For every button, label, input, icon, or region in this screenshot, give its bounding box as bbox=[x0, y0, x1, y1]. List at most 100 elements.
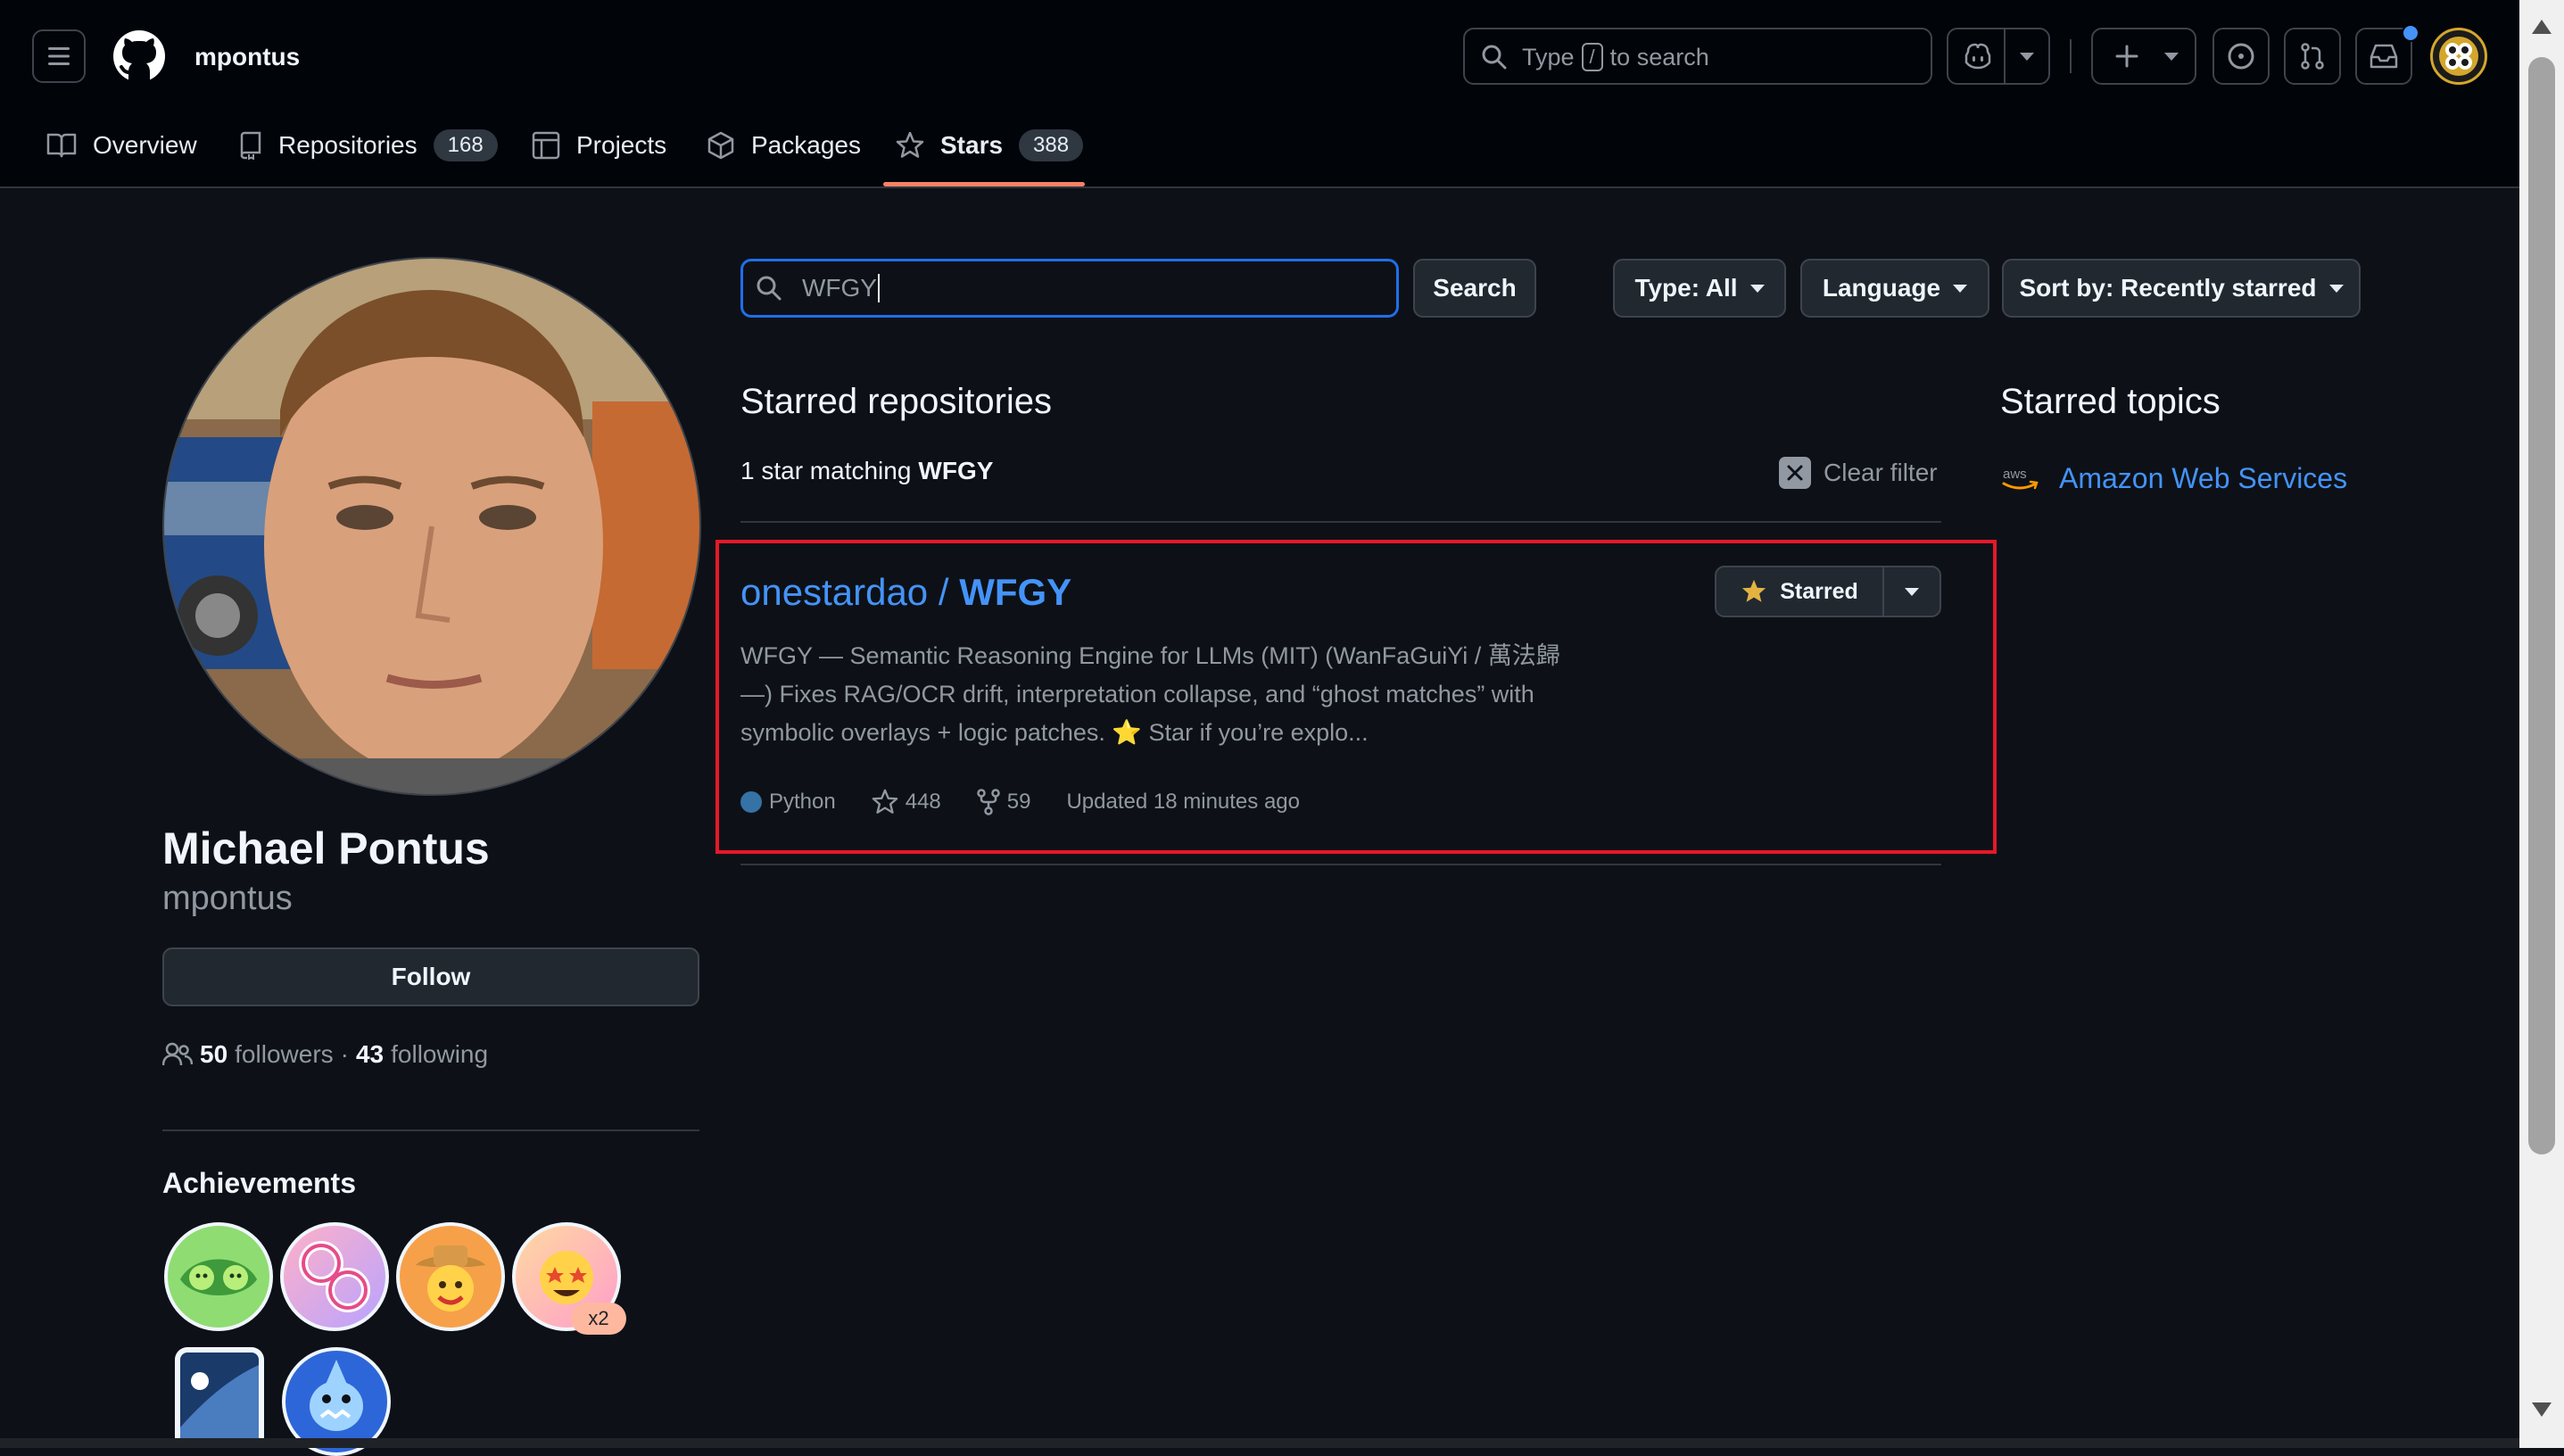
language-color-icon bbox=[740, 791, 762, 813]
header-username[interactable]: mpontus bbox=[194, 43, 300, 71]
menu-button[interactable] bbox=[32, 29, 86, 83]
repo-title-link[interactable]: onestardao / WFGY bbox=[740, 571, 1071, 614]
achievement-pair-extraordinaire[interactable] bbox=[164, 1222, 273, 1331]
clear-filter-label: Clear filter bbox=[1824, 459, 1938, 486]
tab-stars[interactable]: Stars 388 bbox=[896, 125, 1084, 166]
repo-forked-icon bbox=[977, 789, 1000, 815]
followers-link[interactable]: 50 followers bbox=[200, 1040, 334, 1069]
vault-icon bbox=[180, 1353, 259, 1448]
clear-filter-button[interactable]: Clear filter bbox=[1779, 457, 1938, 489]
repo-language: Python bbox=[769, 790, 836, 814]
following-link[interactable]: 43 following bbox=[356, 1040, 488, 1069]
following-count: 43 bbox=[355, 1040, 385, 1068]
text-cursor bbox=[878, 274, 880, 302]
avatar-menu[interactable] bbox=[2430, 28, 2487, 85]
tab-overview[interactable]: Overview bbox=[46, 125, 197, 166]
pull-requests-button[interactable] bbox=[2284, 28, 2341, 85]
search-shortcut-key: / bbox=[1581, 43, 1603, 71]
repo-description: WFGY — Semantic Reasoning Engine for LLM… bbox=[740, 637, 1588, 752]
results-divider-top bbox=[740, 521, 1941, 523]
starred-topics-heading: Starred topics bbox=[2000, 382, 2221, 421]
followers-label: followers bbox=[235, 1040, 334, 1068]
achievement-yolo[interactable] bbox=[280, 1222, 389, 1331]
tab-packages[interactable]: Packages bbox=[707, 125, 861, 166]
cowboy-icon bbox=[416, 1245, 485, 1311]
unstar-button[interactable]: Starred bbox=[1716, 567, 1882, 616]
issue-opened-icon bbox=[2228, 43, 2254, 70]
starred-label: Starred bbox=[1780, 578, 1858, 604]
peas-icon bbox=[180, 1259, 257, 1295]
active-tab-underline bbox=[883, 182, 1085, 186]
followers-separator: · bbox=[340, 1040, 349, 1068]
search-icon bbox=[757, 276, 782, 301]
sort-button[interactable]: Sort by: Recently starred bbox=[2002, 259, 2361, 318]
repo-owner: onestardao bbox=[740, 571, 929, 613]
copilot-icon bbox=[1964, 43, 1991, 70]
vertical-scrollbar[interactable] bbox=[2519, 0, 2564, 1448]
match-term: WFGY bbox=[918, 457, 994, 484]
match-prefix: 1 star matching bbox=[740, 457, 912, 484]
stars-search-input[interactable]: WFGY bbox=[740, 259, 1399, 318]
stars-count-badge: 388 bbox=[1019, 129, 1084, 161]
followers-row: 50 followers · 43 following bbox=[162, 1040, 488, 1069]
search-icon bbox=[1482, 45, 1507, 70]
tab-label: Overview bbox=[93, 131, 197, 159]
global-search-input[interactable]: Type / to search bbox=[1463, 28, 1932, 85]
chevron-down-icon bbox=[1905, 587, 1919, 596]
topic-item[interactable]: aws Amazon Web Services bbox=[2000, 462, 2347, 495]
achievement-multiplier-badge: x2 bbox=[571, 1303, 626, 1335]
topic-label: Amazon Web Services bbox=[2059, 462, 2348, 494]
tab-label: Packages bbox=[751, 131, 861, 159]
type-filter-button[interactable]: Type: All bbox=[1613, 259, 1786, 318]
close-icon bbox=[1779, 457, 1811, 489]
inbox-icon bbox=[2370, 44, 2398, 69]
profile-photo bbox=[164, 259, 699, 794]
issues-button[interactable] bbox=[2212, 28, 2270, 85]
github-logo-icon[interactable] bbox=[112, 29, 166, 83]
star-icon bbox=[896, 131, 924, 158]
plus-icon bbox=[2115, 45, 2138, 68]
chevron-down-icon bbox=[1953, 284, 1968, 293]
package-icon bbox=[707, 131, 734, 160]
repo-updated: Updated 18 minutes ago bbox=[1066, 790, 1300, 814]
achievement-quickdraw[interactable] bbox=[396, 1222, 505, 1331]
following-label: following bbox=[391, 1040, 489, 1068]
repo-icon bbox=[240, 131, 261, 160]
tab-repositories[interactable]: Repositories 168 bbox=[237, 125, 498, 166]
scroll-up-arrow-icon[interactable] bbox=[2532, 20, 2552, 34]
scroll-down-arrow-icon[interactable] bbox=[2532, 1402, 2552, 1417]
achievements-heading[interactable]: Achievements bbox=[162, 1167, 356, 1200]
chevron-down-icon[interactable] bbox=[2020, 53, 2034, 61]
language-filter-button[interactable]: Language bbox=[1800, 259, 1989, 318]
forks-link[interactable]: 59 bbox=[977, 789, 1031, 815]
starred-repositories-heading: Starred repositories bbox=[740, 382, 1053, 421]
search-button[interactable]: Search bbox=[1413, 259, 1536, 318]
notifications-button[interactable] bbox=[2355, 24, 2419, 85]
stars-search-value: WFGY bbox=[802, 274, 877, 302]
stargazers-link[interactable]: 448 bbox=[872, 789, 941, 815]
lists-dropdown-button[interactable] bbox=[1884, 567, 1940, 616]
type-filter-label: Type: All bbox=[1634, 274, 1738, 302]
sidebar-divider bbox=[162, 1129, 699, 1131]
shark-icon bbox=[310, 1360, 363, 1431]
match-summary: 1 star matching WFGY bbox=[740, 457, 993, 485]
results-divider-bottom bbox=[740, 864, 1941, 865]
follow-button[interactable]: Follow bbox=[162, 947, 699, 1006]
repo-meta: Python 448 59 Updated 18 minutes ago bbox=[740, 789, 1300, 815]
repo-separator: / bbox=[928, 571, 960, 613]
copilot-button[interactable] bbox=[1947, 28, 2050, 85]
scrollbar-thumb[interactable] bbox=[2528, 57, 2555, 1154]
profile-login: mpontus bbox=[162, 880, 293, 917]
search-placeholder-before: Type bbox=[1522, 43, 1575, 70]
hamburger-icon bbox=[48, 47, 70, 65]
window-bottom-edge bbox=[0, 1438, 2519, 1448]
profile-fullname: Michael Pontus bbox=[162, 823, 490, 873]
create-new-button[interactable] bbox=[2091, 28, 2196, 85]
star-icon bbox=[872, 789, 898, 814]
aws-icon: aws bbox=[2002, 467, 2039, 489]
repo-forks-count: 59 bbox=[1006, 790, 1031, 814]
notification-indicator-icon bbox=[2402, 24, 2419, 42]
chevron-down-icon bbox=[2164, 53, 2179, 61]
achievement-arctic-code-vault[interactable] bbox=[175, 1347, 264, 1448]
tab-projects[interactable]: Projects bbox=[532, 125, 666, 166]
